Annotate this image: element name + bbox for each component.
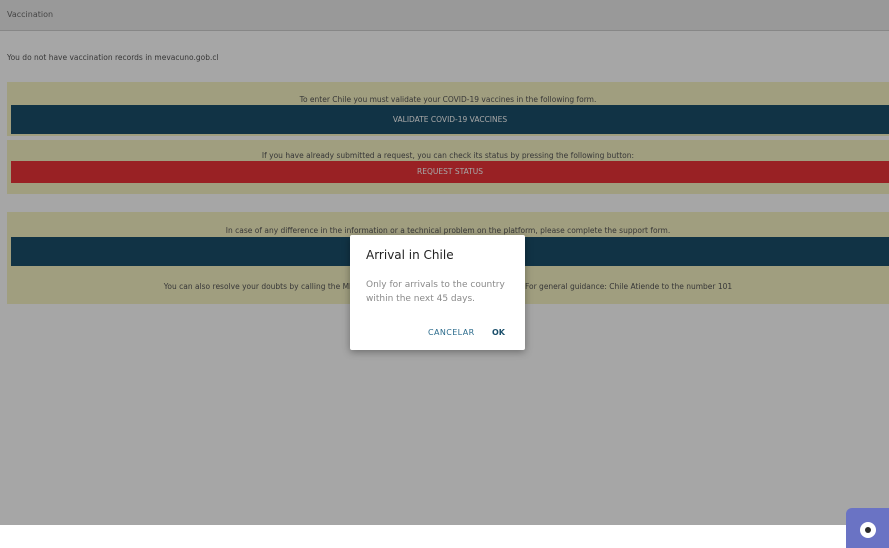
cancel-button[interactable]: CANCELAR <box>428 328 475 337</box>
dialog-message: Only for arrivals to the country within … <box>366 280 505 304</box>
arrival-dialog: Arrival in Chile Only for arrivals to th… <box>350 235 525 350</box>
chat-assistant-icon <box>860 522 876 538</box>
chat-assistant-button[interactable] <box>846 508 889 548</box>
ok-button[interactable]: OK <box>492 328 505 337</box>
dialog-title: Arrival in Chile <box>366 248 454 262</box>
